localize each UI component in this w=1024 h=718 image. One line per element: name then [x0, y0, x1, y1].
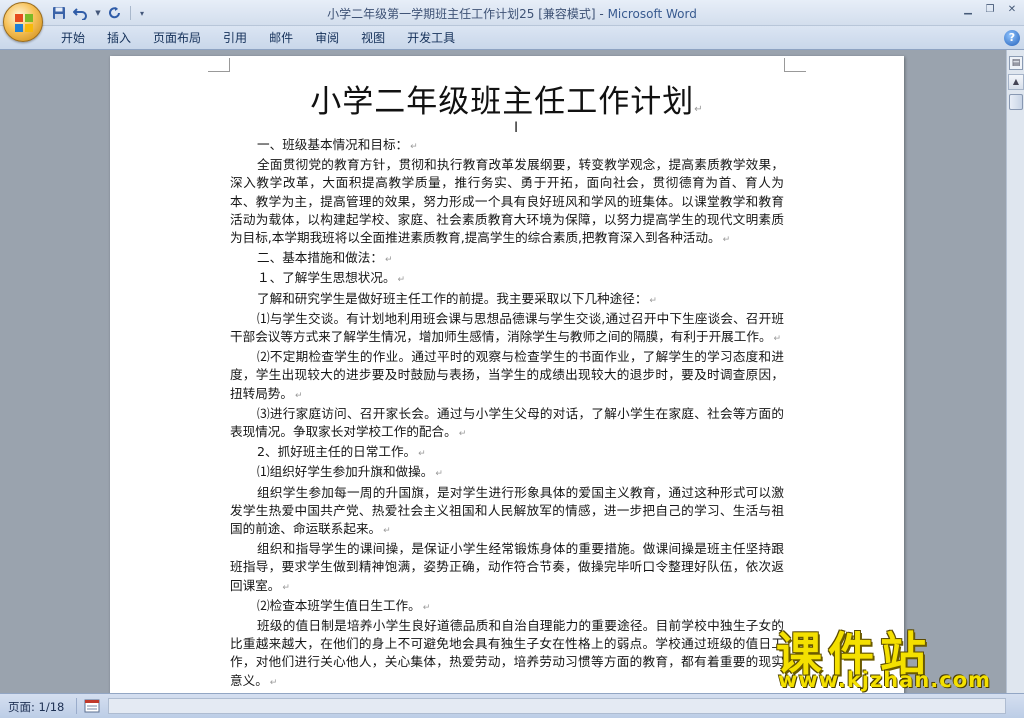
tab-developer[interactable]: 开发工具: [396, 26, 466, 50]
document-title: 小学二年级班主任工作计划↵: [230, 76, 784, 121]
paragraph: 组织学生参加每一周的升国旗，是对学生进行形象具体的爱国主义教育，通过这种形式可以…: [230, 484, 784, 537]
help-icon[interactable]: ?: [1004, 30, 1020, 46]
watermark-url: www.kjzhan.com: [778, 668, 992, 692]
title-bar: ▼ ▾ 小学二年级第一学期班主任工作计划25 [兼容模式] - Microsof…: [0, 0, 1024, 26]
ribbon-tabs-bar: 开始 插入 页面布局 引用 邮件 审阅 视图 开发工具: [0, 26, 1024, 50]
paragraph: ⑶进行家庭访问、召开家长会。通过与小学生父母的对话，了解小学生在家庭、社会等方面…: [230, 405, 784, 440]
window-controls: ▁ ❐ ✕: [960, 3, 1020, 17]
tab-insert[interactable]: 插入: [96, 26, 142, 50]
page-indicator[interactable]: 页面: 1/18: [8, 699, 64, 715]
close-icon[interactable]: ✕: [1004, 3, 1020, 17]
margin-corner-top-right: [784, 58, 806, 72]
horizontal-scrollbar[interactable]: [108, 698, 1006, 714]
status-separator: [76, 698, 77, 714]
paragraph: 一、班级基本情况和目标： ↵: [257, 137, 418, 152]
tab-mailings[interactable]: 邮件: [258, 26, 304, 50]
minimize-icon[interactable]: ▁: [960, 3, 976, 17]
vertical-scrollbar[interactable]: ▤ ▲: [1006, 50, 1024, 693]
paragraph: 2、抓好班主任的日常工作。 ↵: [257, 444, 426, 460]
document-name: 小学二年级第一学期班主任工作计划25 [兼容模式] -: [327, 7, 608, 21]
view-ruler-icon[interactable]: ▤: [1009, 56, 1023, 70]
office-button-icon: [15, 14, 33, 32]
paragraph: ⑴与学生交谈。有计划地利用班会课与思想品德课与学生交谈,通过召开中下生座谈会、召…: [230, 310, 784, 345]
paragraph: ⑵检查本班学生值日生工作。 ↵: [257, 597, 431, 613]
tab-references[interactable]: 引用: [212, 26, 258, 50]
paragraph: 班级的值日制是培养小学生良好道德品质和自治自理能力的重要途径。目前学校中独生子女…: [230, 618, 784, 688]
window-title: 小学二年级第一学期班主任工作计划25 [兼容模式] - Microsoft Wo…: [0, 5, 1024, 22]
document-title-text: 小学二年级班主任工作计划: [310, 84, 695, 120]
ribbon-tabs: 开始 插入 页面布局 引用 邮件 审阅 视图 开发工具: [50, 26, 466, 50]
paragraph: 二、基本措施和做法： ↵: [257, 250, 393, 266]
tab-review[interactable]: 审阅: [304, 26, 350, 50]
paragraph: 了解和研究学生是做好班主任工作的前提。我主要采取以下几种途径： ↵: [257, 290, 657, 306]
restore-icon[interactable]: ❐: [982, 3, 998, 17]
document-area[interactable]: 小学二年级班主任工作计划↵ I 一、班级基本情况和目标： ↵ 全面贯彻党的教育方针…: [0, 50, 1006, 693]
tab-view[interactable]: 视图: [350, 26, 396, 50]
status-bar: 页面: 1/18: [0, 693, 1024, 718]
tab-page-layout[interactable]: 页面布局: [142, 26, 212, 50]
scroll-up-icon[interactable]: ▲: [1008, 74, 1024, 90]
paragraph: ⑵不定期检查学生的作业。通过平时的观察与检查学生的书面作业，了解学生的学习态度和…: [230, 349, 784, 401]
text-cursor-icon: I: [514, 120, 519, 136]
tab-home[interactable]: 开始: [50, 26, 96, 50]
document-body: 一、班级基本情况和目标： ↵ 全面贯彻党的教育方针，贯彻和执行教育改革发展纲要，转…: [230, 136, 784, 692]
office-button[interactable]: [3, 2, 43, 42]
watermark: 课件站 www.kjzhan.com: [770, 618, 1008, 696]
scroll-thumb[interactable]: [1009, 94, 1023, 110]
paragraph: 全面贯彻党的教育方针，贯彻和执行教育改革发展纲要，转变教学观念，提高素质教学效果…: [230, 157, 784, 246]
app-name: Microsoft Word: [607, 7, 697, 21]
paragraph-mark-icon: ↵: [694, 104, 704, 115]
paragraph: １、了解学生思想状况。 ↵: [257, 270, 406, 286]
paragraph: 组织和指导学生的课间操，是保证小学生经常锻炼身体的重要措施。做课间操是班主任坚持…: [230, 541, 784, 593]
paragraph: ⑴组织好学生参加升旗和做操。 ↵: [257, 464, 443, 480]
document-page[interactable]: 小学二年级班主任工作计划↵ I 一、班级基本情况和目标： ↵ 全面贯彻党的教育方针…: [110, 56, 904, 693]
document-view-icon[interactable]: [84, 699, 100, 713]
margin-corner-top-left: [208, 58, 230, 72]
